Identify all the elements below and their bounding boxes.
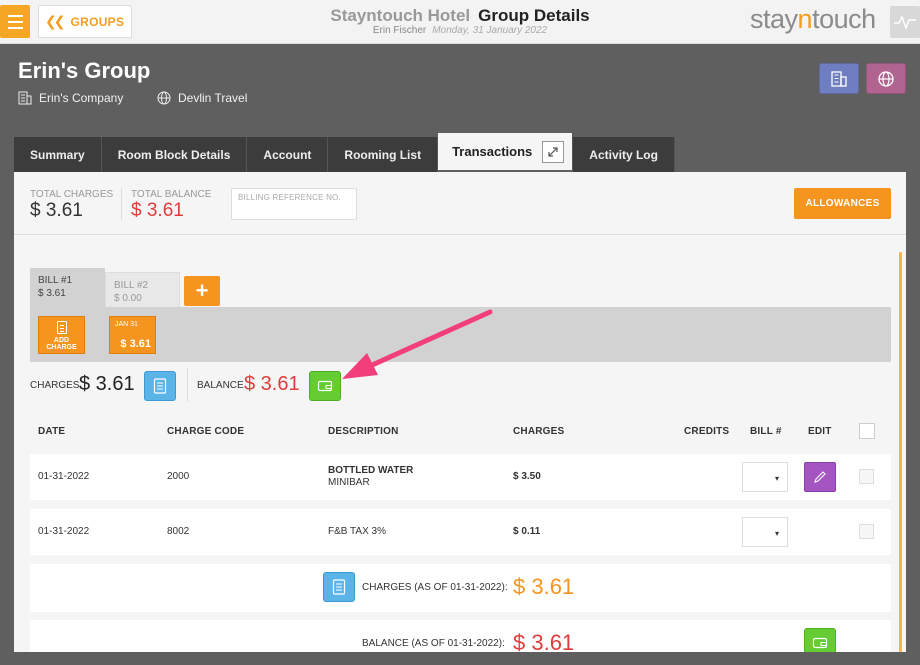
column-header-bill-number: BILL # [750, 426, 782, 437]
hotel-name: Stayntouch Hotel [330, 6, 471, 25]
charges-total-row: CHARGES (AS OF 01-31-2022): $ 3.61 [30, 564, 891, 612]
column-header-date: DATE [38, 426, 66, 437]
row-checkbox[interactable] [859, 469, 874, 484]
row-sub-description: MINIBAR [328, 477, 370, 488]
travel-agent-link[interactable]: Devlin Travel [157, 91, 247, 105]
print-receipt-button[interactable] [144, 371, 176, 401]
add-bill-button[interactable]: + [184, 276, 220, 306]
building-icon [831, 70, 847, 87]
charges-as-of-label: CHARGES (AS OF 01-31-2022): [362, 582, 508, 593]
date-card-date: JAN 31 [115, 321, 138, 328]
bill-area: ADD CHARGE JAN 31 $ 3.61 [30, 307, 891, 362]
select-all-checkbox[interactable] [859, 423, 875, 439]
transactions-panel: TOTAL CHARGES $ 3.61 TOTAL BALANCE $ 3.6… [14, 172, 906, 652]
bill-label: BILL #2 [114, 280, 149, 291]
row-date: 01-31-2022 [38, 526, 90, 537]
add-charge-label: ADD CHARGE [46, 337, 77, 351]
row-description: F&B TAX 3% [328, 526, 386, 537]
group-name: Erin's Group [18, 58, 151, 83]
bill-select[interactable]: ▾ [742, 517, 788, 547]
tab-bar: Summary Room Block Details Account Roomi… [14, 133, 675, 172]
column-header-charge-code: CHARGE CODE [167, 426, 245, 437]
company-link[interactable]: Erin's Company [18, 91, 123, 105]
charges-label: CHARGES [30, 380, 80, 391]
expand-icon[interactable] [542, 140, 565, 163]
tab-activity-log[interactable]: Activity Log [573, 137, 675, 172]
row-charge: $ 3.50 [513, 471, 541, 482]
column-header-credits: CREDITS [684, 426, 730, 437]
row-description: BOTTLED WATER [328, 465, 414, 476]
receipt-icon [153, 378, 167, 394]
row-checkbox[interactable] [859, 524, 874, 539]
wallet-icon [812, 637, 828, 649]
print-receipt-button[interactable] [323, 572, 355, 602]
tab-room-block-details[interactable]: Room Block Details [101, 137, 248, 172]
tab-summary[interactable]: Summary [14, 137, 102, 172]
tab-rooming-list[interactable]: Rooming List [328, 137, 439, 172]
balance-value: $ 3.61 [244, 373, 300, 395]
charges-value: $ 3.61 [79, 373, 135, 395]
top-bar: ❮❮ GROUPS Stayntouch Hotel Group Details … [0, 0, 920, 44]
balance-label: BALANCE [197, 380, 244, 391]
pencil-icon [814, 471, 826, 483]
charges-as-of-value: $ 3.61 [513, 574, 575, 599]
business-date: Monday, 31 January 2022 [432, 25, 548, 36]
row-date: 01-31-2022 [38, 471, 90, 482]
row-charge-code: 2000 [167, 471, 190, 482]
divider [187, 368, 188, 402]
total-charges-label: TOTAL CHARGES [30, 189, 114, 200]
page-name: Group Details [478, 6, 590, 25]
total-balance-value: $ 3.61 [131, 200, 184, 221]
tab-transactions[interactable]: Transactions [438, 133, 574, 170]
add-charge-button[interactable]: ADD CHARGE [38, 316, 85, 354]
activity-icon[interactable] [890, 6, 920, 38]
wallet-icon [317, 380, 333, 392]
row-charge-code: 8002 [167, 526, 190, 537]
bill-tab-1[interactable]: BILL #1 $ 3.61 [30, 268, 105, 308]
scrollbar[interactable] [899, 252, 902, 652]
bill-amount: $ 3.61 [38, 288, 66, 299]
bill-label: BILL #1 [38, 275, 73, 286]
table-row: 01-31-2022 2000 BOTTLED WATER MINIBAR $ … [30, 454, 891, 500]
tab-account[interactable]: Account [247, 137, 329, 172]
date-card-amount: $ 3.61 [120, 338, 151, 350]
company-card-button[interactable] [819, 63, 859, 94]
column-header-charges: CHARGES [513, 426, 565, 437]
row-charge: $ 0.11 [513, 526, 541, 537]
bill-tab-2[interactable]: BILL #2 $ 0.00 [105, 272, 180, 308]
date-card[interactable]: JAN 31 $ 3.61 [109, 316, 156, 354]
balance-total-row: BALANCE (AS OF 01-31-2022): $ 3.61 [30, 620, 891, 652]
column-header-edit: EDIT [808, 426, 832, 437]
divider [121, 188, 122, 220]
building-icon [18, 91, 32, 105]
allowances-button[interactable]: ALLOWANCES [794, 188, 891, 219]
user-name: Erin Fischer [372, 25, 427, 36]
totals-bar: TOTAL CHARGES $ 3.61 TOTAL BALANCE $ 3.6… [14, 172, 906, 235]
globe-icon [878, 70, 894, 87]
stayntouch-logo: stayntouch [750, 4, 876, 34]
bill-select[interactable]: ▾ [742, 462, 788, 492]
edit-charge-button[interactable] [804, 462, 836, 492]
pay-balance-button[interactable] [309, 371, 341, 401]
document-icon [57, 321, 67, 334]
balance-as-of-value: $ 3.61 [513, 630, 575, 652]
receipt-icon [332, 579, 346, 595]
total-balance-label: TOTAL BALANCE [131, 189, 212, 200]
travel-agent-name: Devlin Travel [178, 91, 248, 105]
company-name: Erin's Company [39, 91, 124, 105]
total-charges-value: $ 3.61 [30, 200, 83, 221]
pay-balance-button[interactable] [804, 628, 836, 652]
billing-reference-input[interactable]: BILLING REFERENCE NO. [231, 188, 357, 220]
travel-agent-card-button[interactable] [866, 63, 906, 94]
balance-as-of-label: BALANCE (AS OF 01-31-2022): [362, 638, 505, 649]
bill-amount: $ 0.00 [114, 293, 142, 304]
globe-icon [157, 91, 171, 105]
table-row: 01-31-2022 8002 F&B TAX 3% $ 0.11 ▾ [30, 509, 891, 555]
column-header-description: DESCRIPTION [328, 426, 399, 437]
